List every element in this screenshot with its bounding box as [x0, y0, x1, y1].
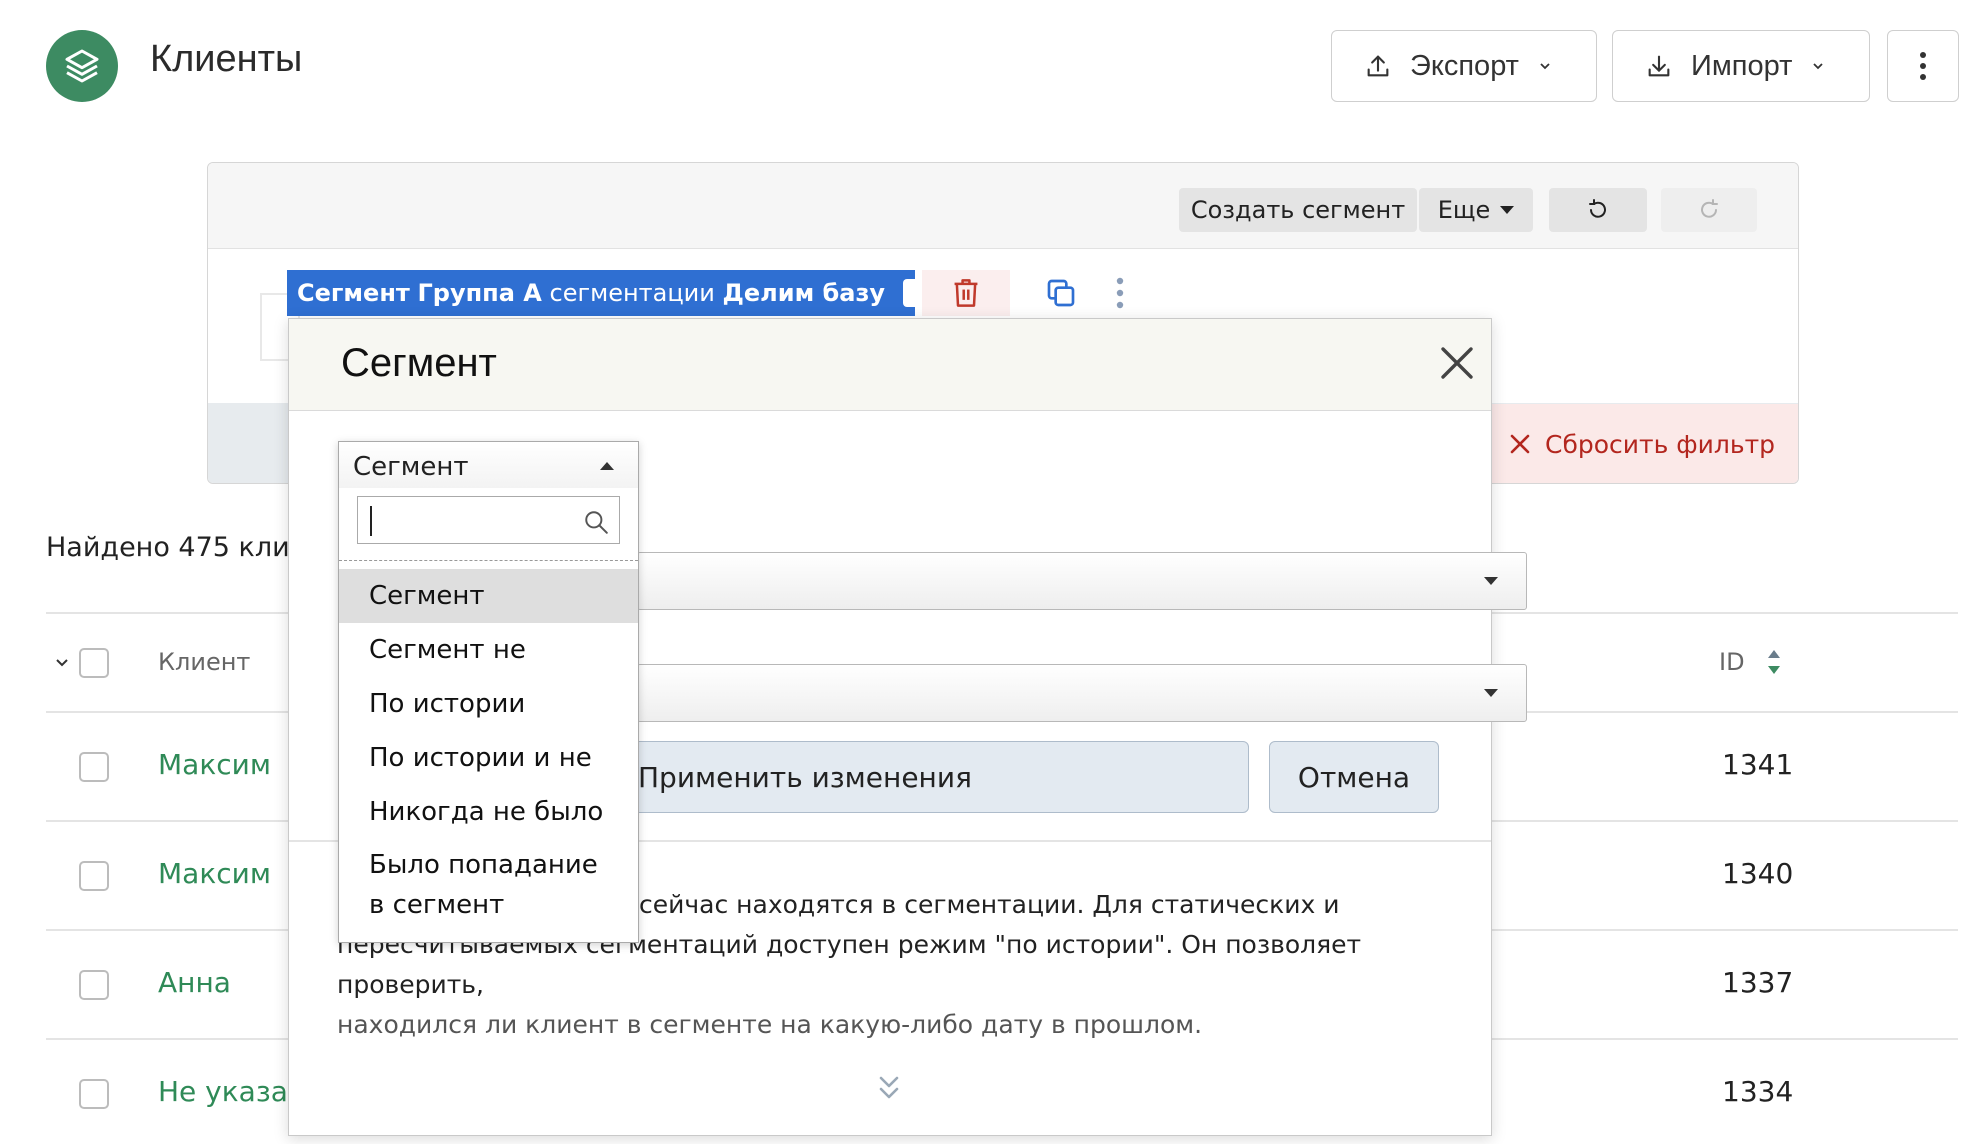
- chip-segmentation-name: Делим базу: [722, 279, 886, 307]
- condition-type-select[interactable]: Сегмент: [339, 442, 638, 488]
- more-menu-label: Еще: [1437, 196, 1491, 224]
- export-button[interactable]: Экспорт: [1331, 30, 1597, 102]
- chevron-down-icon[interactable]: [54, 655, 70, 671]
- dropdown-options: Сегмент Сегмент не По истории По истории…: [339, 569, 638, 921]
- reset-filter-button[interactable]: Сбросить фильтр: [1489, 404, 1798, 483]
- export-label: Экспорт: [1410, 49, 1519, 82]
- undo-button[interactable]: [1549, 188, 1647, 232]
- client-name-link[interactable]: Не указан: [158, 1075, 306, 1108]
- create-segment-button[interactable]: Создать сегмент: [1179, 188, 1417, 232]
- copy-condition-button[interactable]: [1017, 270, 1105, 316]
- redo-button[interactable]: [1661, 188, 1757, 232]
- client-id: 1340: [1722, 857, 1794, 890]
- import-label: Импорт: [1691, 49, 1793, 82]
- client-name-link[interactable]: Максим: [158, 857, 271, 890]
- column-header-id[interactable]: ID: [1719, 648, 1745, 676]
- condition-type-dropdown: Сегмент Сегмент Сегмент не По истории По…: [338, 441, 639, 943]
- dropdown-search-input[interactable]: [357, 496, 620, 544]
- help-line: находился ли клиент в сегменте на какую-…: [337, 1010, 1203, 1039]
- caret-down-icon: [1500, 206, 1515, 214]
- copy-icon: [1047, 279, 1075, 307]
- more-actions-button[interactable]: [1887, 30, 1959, 102]
- undo-icon: [1589, 199, 1606, 218]
- client-id: 1337: [1722, 966, 1794, 999]
- segmentation-select[interactable]: [637, 552, 1527, 610]
- dropdown-option[interactable]: По истории: [339, 677, 638, 731]
- dropdown-option[interactable]: Никогда не было: [339, 785, 638, 839]
- row-checkbox[interactable]: [79, 970, 109, 1000]
- chevron-down-icon: [1813, 63, 1824, 70]
- results-count: Найдено 475 клие: [46, 532, 307, 563]
- app-logo: [46, 30, 118, 102]
- vertical-dots-icon: [1116, 277, 1124, 309]
- dropdown-option[interactable]: Сегмент не: [339, 623, 638, 677]
- column-header-client[interactable]: Клиент: [158, 648, 250, 676]
- cancel-button[interactable]: Отмена: [1269, 741, 1439, 813]
- dropdown-option[interactable]: Было попадание в сегмент: [339, 839, 638, 921]
- text-cursor: [370, 506, 372, 536]
- client-name-link[interactable]: Анна: [158, 966, 231, 999]
- redo-icon: [1701, 199, 1718, 218]
- chip-prefix: Сегмент: [297, 279, 410, 307]
- search-icon: [585, 511, 608, 534]
- caret-down-icon: [1484, 577, 1498, 585]
- segment-chip[interactable]: Сегмент Группа А сегментации Делим базу …: [287, 270, 969, 316]
- select-all-checkbox[interactable]: [79, 648, 109, 678]
- more-menu-button[interactable]: Еще: [1419, 188, 1533, 232]
- dropdown-option[interactable]: По истории и не: [339, 731, 638, 785]
- close-icon: [1510, 434, 1530, 454]
- vertical-dots-icon: [1920, 52, 1926, 80]
- client-id: 1341: [1722, 748, 1794, 781]
- upload-icon: [1367, 55, 1389, 77]
- chevron-down-icon: [1540, 63, 1550, 70]
- condition-menu-button[interactable]: [1105, 270, 1135, 316]
- row-checkbox[interactable]: [79, 752, 109, 782]
- download-icon: [1648, 55, 1670, 77]
- caret-down-icon: [1484, 689, 1498, 697]
- page-title: Клиенты: [150, 38, 303, 80]
- double-chevron-down-icon[interactable]: [877, 1073, 901, 1103]
- client-id: 1334: [1722, 1075, 1794, 1108]
- selected-value: Сегмент: [353, 452, 469, 482]
- trash-icon: [954, 279, 978, 307]
- import-button[interactable]: Импорт: [1612, 30, 1870, 102]
- reset-filter-label: Сбросить фильтр: [1545, 429, 1776, 459]
- layers-icon: [65, 49, 99, 83]
- row-checkbox[interactable]: [79, 1079, 109, 1109]
- modal-header: Сегмент: [289, 319, 1491, 411]
- row-checkbox[interactable]: [79, 861, 109, 891]
- sort-icon[interactable]: [1766, 648, 1782, 676]
- modal-title: Сегмент: [341, 341, 497, 385]
- filter-toolbar: Создать сегмент Еще: [208, 163, 1798, 249]
- delete-condition-button[interactable]: [922, 270, 1010, 316]
- chip-middle: сегментации: [549, 279, 715, 307]
- client-name-link[interactable]: Максим: [158, 748, 271, 781]
- chip-segment-name: Группа А: [417, 279, 542, 307]
- dropdown-option[interactable]: Сегмент: [339, 569, 638, 623]
- divider: [339, 560, 638, 561]
- caret-up-icon: [600, 462, 614, 470]
- segment-select[interactable]: [637, 664, 1527, 722]
- close-icon[interactable]: [1435, 341, 1479, 385]
